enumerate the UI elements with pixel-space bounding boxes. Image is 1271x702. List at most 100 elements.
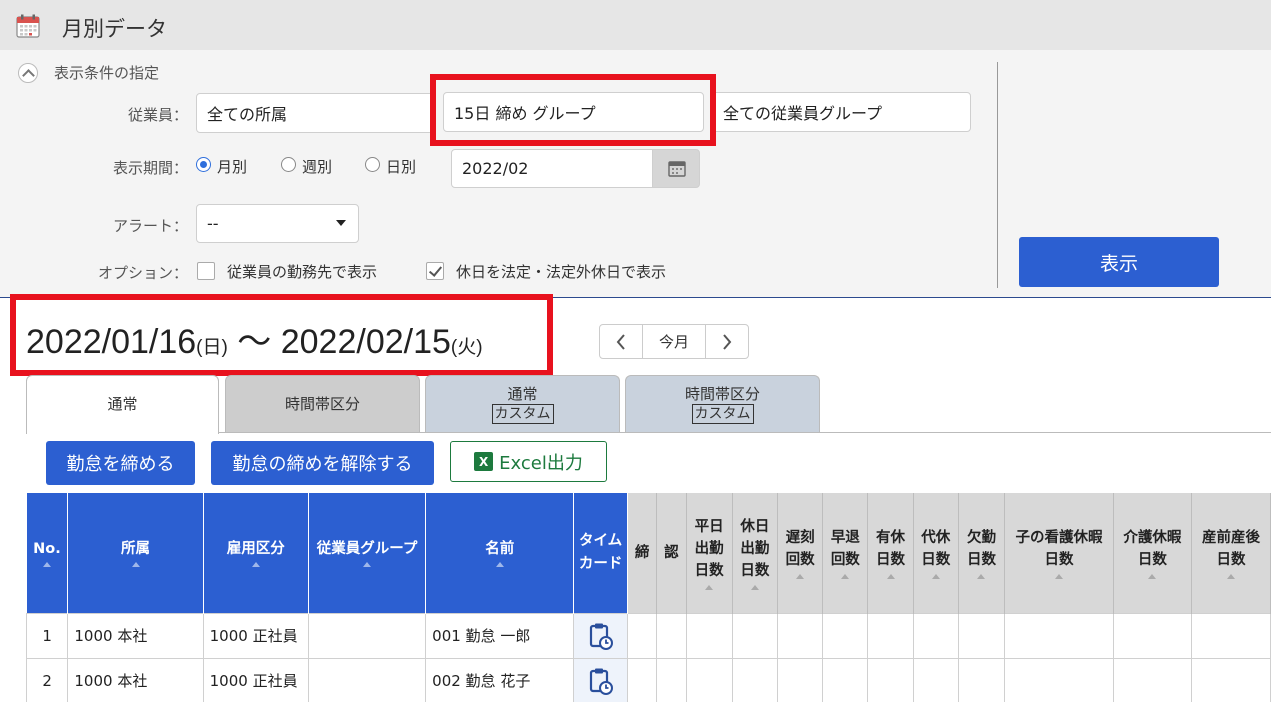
sort-icon[interactable]: [796, 573, 805, 579]
sort-icon[interactable]: [1148, 573, 1157, 579]
timecard-cell[interactable]: [573, 612, 628, 659]
column-header-label: 日数: [921, 552, 951, 569]
sort-icon[interactable]: [977, 573, 986, 579]
sort-icon[interactable]: [251, 562, 260, 568]
sort-icon[interactable]: [363, 562, 372, 568]
column-header-label: 日数: [876, 552, 906, 569]
column-header[interactable]: 有休 日数: [867, 493, 914, 613]
tab-time-zone-custom[interactable]: 時間帯区分 カスタム: [625, 375, 820, 433]
data-cell: [867, 612, 914, 659]
date-picker-button[interactable]: [652, 149, 700, 188]
column-header-label: 日数: [1216, 552, 1246, 569]
chevron-left-icon: [616, 333, 625, 350]
employee-group-select[interactable]: 全ての従業員グループ: [712, 92, 971, 132]
column-header[interactable]: 遅刻 回数: [777, 493, 824, 613]
sort-icon[interactable]: [1226, 573, 1235, 579]
period-label: 表示期間：: [112, 159, 188, 177]
radio-daily-label: 日別: [386, 158, 417, 176]
radio-monthly[interactable]: [196, 157, 211, 172]
data-cell: [822, 657, 869, 702]
sort-icon[interactable]: [841, 573, 850, 579]
sort-icon[interactable]: [886, 573, 895, 579]
data-cell: [731, 612, 778, 659]
column-header[interactable]: 子の看護休暇 日数: [1004, 493, 1114, 613]
timecard-cell[interactable]: [573, 657, 628, 702]
date-input[interactable]: 2022/02: [451, 149, 653, 188]
option-label: オプション：: [97, 264, 188, 282]
tab-normal-custom[interactable]: 通常 カスタム: [425, 375, 620, 433]
alert-select[interactable]: --: [196, 204, 359, 243]
column-header[interactable]: 平日 出勤 日数: [686, 493, 733, 613]
column-header-label: 有休: [876, 529, 906, 546]
show-button[interactable]: 表示: [1019, 237, 1219, 287]
column-header-label: タイム: [578, 533, 623, 550]
data-cell: [912, 612, 959, 659]
option2-label: 休日を法定・法定外休日で表示: [456, 263, 667, 281]
option1-label: 従業員の勤務先で表示: [227, 263, 378, 281]
sort-icon[interactable]: [931, 573, 940, 579]
data-cell: [731, 657, 778, 702]
tab-normal-label: 通常: [107, 395, 138, 414]
column-header[interactable]: 産前産後 日数: [1191, 493, 1271, 613]
option1-checkbox[interactable]: [197, 262, 215, 280]
data-cell: [822, 612, 869, 659]
row-group-cell: [307, 612, 427, 659]
column-header[interactable]: 早退 回数: [822, 493, 869, 613]
tab-time-zone-label: 時間帯区分: [284, 394, 360, 413]
column-header-label: 従業員グループ: [316, 541, 418, 558]
radio-daily[interactable]: [365, 157, 380, 172]
tab-time-zone[interactable]: 時間帯区分: [225, 375, 420, 433]
highlight-box-group: [430, 74, 716, 146]
column-header-label: 雇用区分: [226, 541, 285, 558]
data-cell: [957, 612, 1006, 659]
excel-export-button[interactable]: X Excel出力: [450, 441, 607, 482]
radio-weekly[interactable]: [281, 157, 296, 172]
this-month-button[interactable]: 今月: [642, 325, 706, 358]
table-row[interactable]: 2 1000 本社 1000 正社員 002 勤怠 花子: [25, 657, 1271, 702]
department-select[interactable]: 全ての所属: [196, 93, 436, 133]
column-header-label: 回数: [785, 552, 815, 569]
unclose-attendance-button[interactable]: 勤怠の締めを解除する: [211, 441, 434, 485]
column-header[interactable]: 雇用区分: [203, 493, 309, 613]
data-cell: [1190, 657, 1271, 702]
sort-icon[interactable]: [131, 562, 140, 568]
data-cell: [685, 657, 733, 702]
column-header-label: 遅刻: [785, 529, 815, 546]
column-header[interactable]: 名前: [425, 493, 575, 613]
sort-icon[interactable]: [495, 562, 504, 568]
column-header[interactable]: 休日 出勤 日数: [732, 493, 778, 613]
column-header[interactable]: 所属: [67, 493, 204, 613]
column-header-label: 出勤: [694, 541, 724, 558]
radio-monthly-label: 月別: [217, 158, 248, 176]
tab-normal[interactable]: 通常: [26, 375, 219, 434]
sort-icon[interactable]: [705, 584, 714, 590]
row-emp-type-cell: 1000 正社員: [202, 612, 309, 659]
column-header[interactable]: 介護休暇 日数: [1113, 493, 1192, 613]
column-header-label: 休日: [740, 518, 770, 535]
column-header[interactable]: 代休 日数: [913, 493, 959, 613]
collapse-toggle-icon[interactable]: [18, 63, 38, 83]
column-header[interactable]: No.: [26, 493, 69, 613]
data-cell: [957, 657, 1006, 702]
column-header-label: 日数: [1137, 552, 1167, 569]
panel-divider: [997, 62, 998, 288]
sort-icon[interactable]: [750, 584, 759, 590]
column-header[interactable]: 従業員グループ: [308, 493, 427, 613]
close-attendance-button[interactable]: 勤怠を締める: [46, 441, 195, 485]
calendar-icon: [16, 14, 40, 38]
excel-icon: X: [474, 452, 494, 471]
column-header[interactable]: 欠勤 日数: [958, 493, 1006, 613]
timecard-icon[interactable]: [589, 667, 613, 695]
next-period-button[interactable]: [706, 325, 748, 358]
column-header[interactable]: タイム カード: [573, 493, 628, 613]
period-nav: 今月: [599, 324, 749, 359]
column-header[interactable]: 認: [656, 493, 687, 613]
column-header[interactable]: 締: [627, 493, 658, 613]
timecard-icon[interactable]: [589, 622, 613, 650]
sort-icon[interactable]: [1055, 573, 1063, 579]
data-cell: [1112, 657, 1192, 702]
prev-period-button[interactable]: [600, 325, 642, 358]
option2-checkbox[interactable]: [426, 262, 444, 280]
table-row[interactable]: 1 1000 本社 1000 正社員 001 勤怠 一郎: [25, 612, 1271, 659]
sort-icon[interactable]: [42, 562, 51, 568]
